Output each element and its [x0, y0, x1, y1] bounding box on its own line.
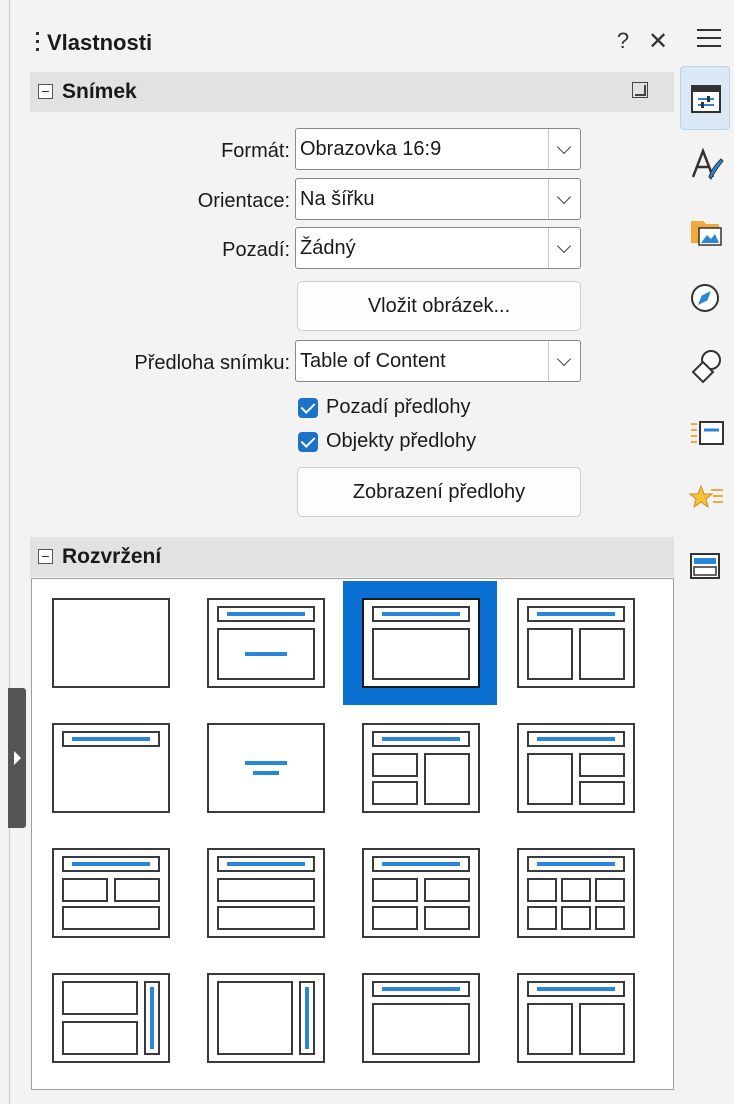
layout-title-two-content[interactable] [498, 581, 652, 705]
close-button[interactable]: ✕ [645, 27, 671, 56]
layout-vertical-title-content[interactable] [188, 956, 342, 1080]
tab-animation[interactable] [680, 466, 730, 530]
layout-blank[interactable] [33, 581, 187, 705]
master-objects-label: Objekty předlohy [326, 430, 477, 452]
layout-title-content-two[interactable] [343, 706, 497, 830]
chevron-down-icon[interactable] [548, 179, 580, 219]
chevron-down-icon[interactable] [548, 228, 580, 268]
master-background-checkbox[interactable]: Pozadí předlohy [298, 394, 558, 422]
tab-master-slides[interactable] [680, 534, 730, 598]
format-select[interactable]: Obrazovka 16:9 [295, 128, 581, 170]
format-value: Obrazovka 16:9 [300, 138, 442, 160]
format-label: Formát: [221, 140, 290, 162]
collapse-icon[interactable] [38, 549, 53, 564]
layout-title-two-content-split[interactable] [498, 706, 652, 830]
gallery-icon [691, 221, 722, 246]
styles-icon [691, 147, 724, 180]
tab-shapes[interactable] [680, 332, 730, 396]
layout-title-six-content[interactable] [498, 831, 652, 955]
animation-icon [689, 484, 723, 509]
checkbox-checked-icon[interactable] [298, 432, 318, 452]
tab-styles[interactable] [680, 131, 730, 195]
orientation-label: Orientace: [197, 190, 290, 212]
chevron-down-icon[interactable] [548, 341, 580, 381]
layout-title-two-over-content[interactable] [33, 831, 187, 955]
section-header-layouts[interactable]: Rozvržení [30, 537, 674, 577]
navigator-icon [691, 284, 719, 312]
master-slide-label: Předloha snímku: [134, 352, 290, 374]
sidebar-tab-bar [676, 0, 734, 1104]
insert-image-button[interactable]: Vložit obrázek... [297, 281, 581, 331]
master-slide-value: Table of Content [300, 350, 446, 372]
checkbox-checked-icon[interactable] [298, 398, 318, 418]
tab-slide-transition[interactable] [680, 400, 730, 464]
section-header-slide[interactable]: Snímek [30, 72, 674, 112]
deck-left-edge [0, 0, 10, 1104]
section-title-slide: Snímek [62, 80, 137, 103]
slide-transition-icon [691, 421, 724, 445]
tab-navigator[interactable] [680, 266, 730, 330]
master-view-button[interactable]: Zobrazení předlohy [297, 467, 581, 517]
background-label: Pozadí: [222, 239, 290, 261]
layout-vertical-title-two[interactable] [33, 956, 187, 1080]
layout-centered-text[interactable] [188, 706, 342, 830]
tab-properties[interactable] [680, 66, 730, 130]
collapse-icon[interactable] [38, 84, 53, 99]
tab-gallery[interactable] [680, 197, 730, 261]
layout-title-four-content[interactable] [343, 831, 497, 955]
background-select[interactable]: Žádný [295, 227, 581, 269]
properties-icon [691, 85, 721, 113]
chevron-down-icon[interactable] [548, 129, 580, 169]
layout-title-content-wide[interactable] [343, 956, 497, 1080]
master-objects-checkbox[interactable]: Objekty předlohy [298, 428, 558, 456]
layout-title-content-line[interactable] [188, 581, 342, 705]
layout-title-content-over-two[interactable] [188, 831, 342, 955]
orientation-select[interactable]: Na šířku [295, 178, 581, 220]
orientation-value: Na šířku [300, 188, 375, 210]
master-slide-select[interactable]: Table of Content [295, 340, 581, 382]
section-title-layouts: Rozvržení [62, 545, 162, 568]
layout-title-content[interactable] [343, 581, 497, 705]
layout-title-only[interactable] [33, 706, 187, 830]
master-slides-icon [690, 553, 720, 579]
shapes-icon [691, 350, 721, 384]
background-value: Žádný [300, 237, 356, 259]
sidebar-collapse-handle[interactable] [8, 688, 26, 828]
help-button[interactable]: ? [612, 28, 634, 54]
more-options-icon[interactable] [632, 82, 648, 98]
master-background-label: Pozadí předlohy [326, 396, 471, 418]
layouts-grid [31, 578, 674, 1090]
layout-title-two-content-wide[interactable] [498, 956, 652, 1080]
panel-title: Vlastnosti [47, 30, 153, 55]
panel-grip-icon[interactable] [36, 32, 40, 56]
